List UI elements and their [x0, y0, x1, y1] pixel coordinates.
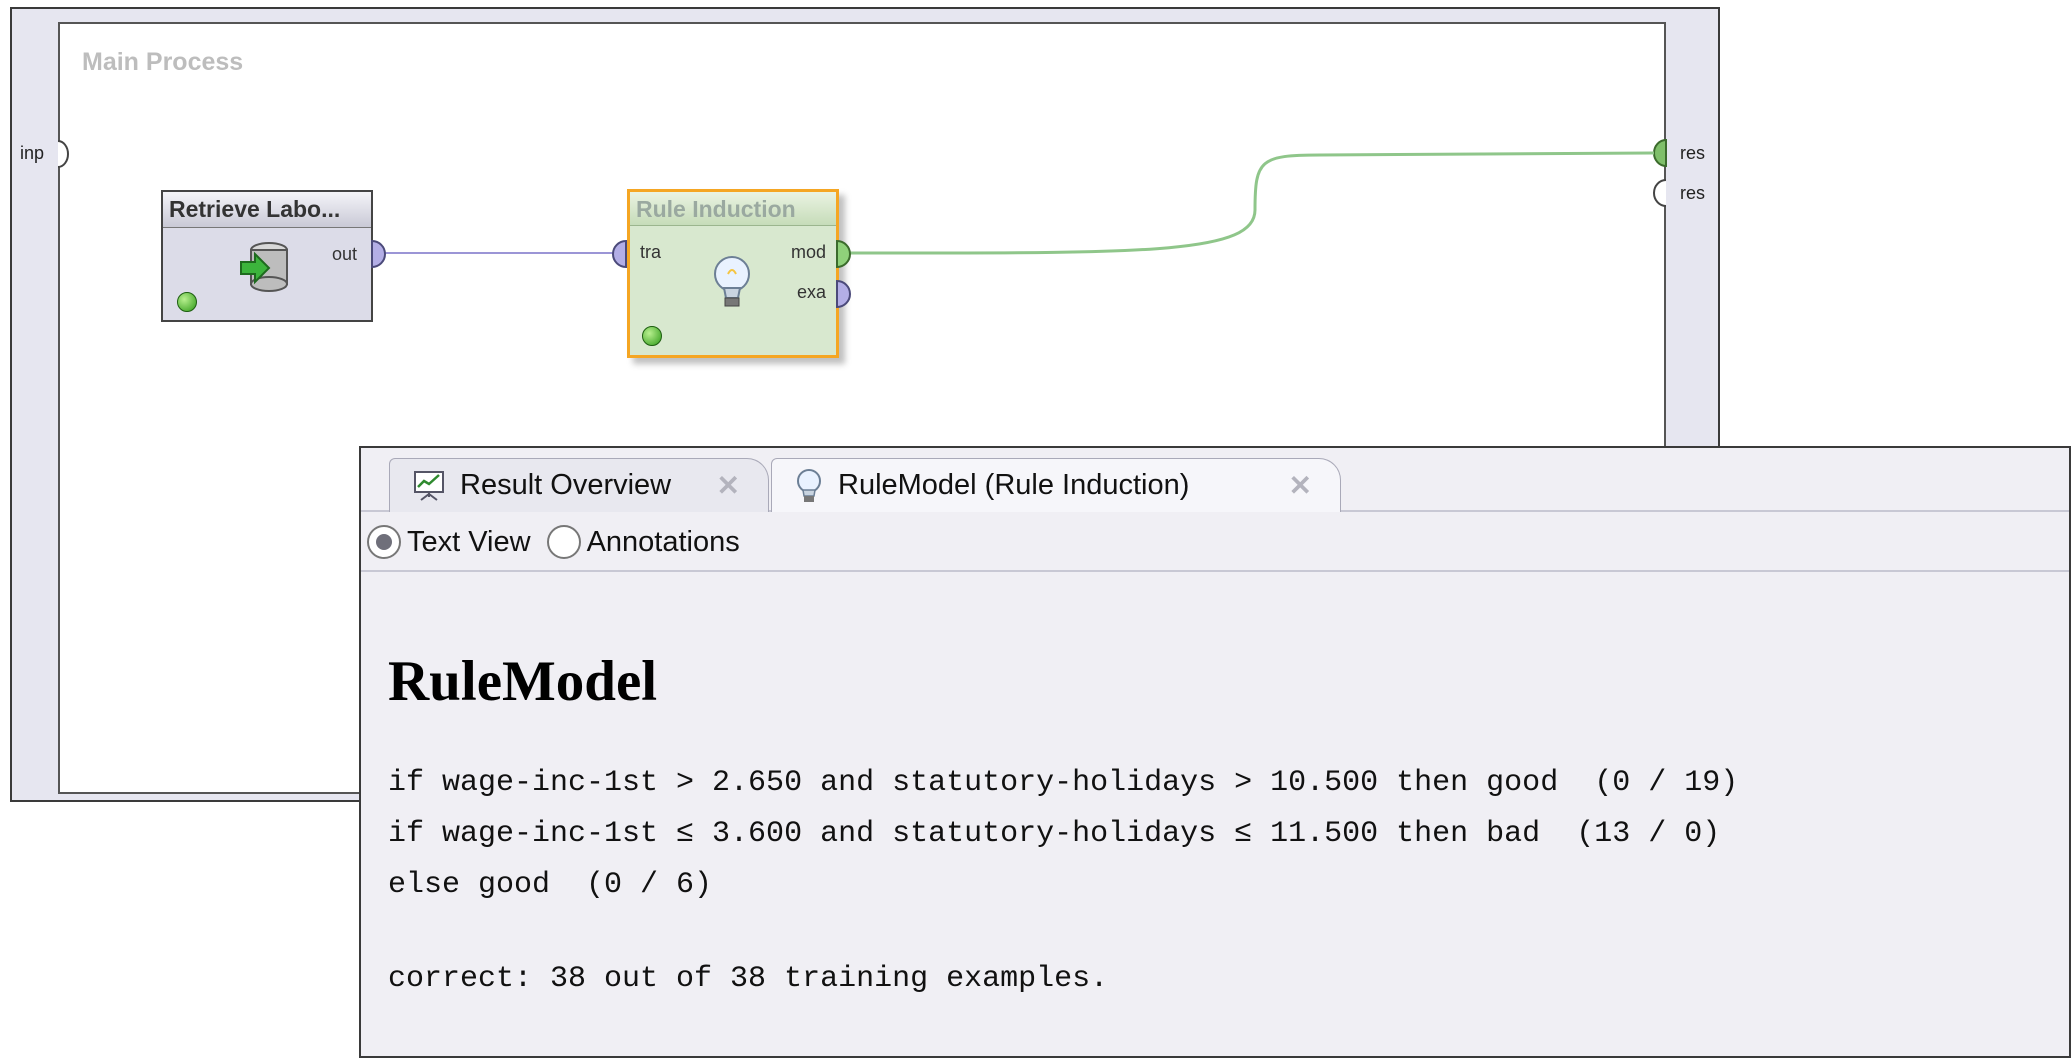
- results-panel: Result Overview ✕ RuleModel (Rule Induct…: [359, 446, 2071, 1058]
- chart-presentation-icon: [412, 469, 446, 503]
- process-input-port: [57, 140, 69, 168]
- process-result-port-label-1: res: [1680, 143, 1706, 163]
- rule-induction-exa-port-label: exa: [796, 282, 826, 302]
- model-wire: [847, 151, 1655, 255]
- tab-rulemodel[interactable]: RuleModel (Rule Induction) ✕: [771, 458, 1341, 512]
- process-input-port-label: inp: [20, 143, 45, 163]
- text-view-label[interactable]: Text View: [407, 526, 531, 559]
- rule-line: if wage-inc-1st ≤ 3.600 and statutory-ho…: [388, 817, 1721, 851]
- tab-result-overview-label: Result Overview: [460, 469, 672, 501]
- annotations-radio[interactable]: [546, 525, 581, 559]
- retrieve-status-indicator: [177, 292, 197, 312]
- retrieve-out-port-label: out: [331, 244, 357, 264]
- rule-line: if wage-inc-1st > 2.650 and statutory-ho…: [388, 766, 1739, 800]
- process-result-port-2: [1653, 179, 1667, 207]
- annotations-label[interactable]: Annotations: [587, 526, 740, 559]
- database-retrieve-icon: [240, 242, 288, 292]
- model-title: RuleModel: [388, 650, 658, 713]
- process-result-port-1: [1653, 138, 1667, 168]
- retrieve-operator-title: Retrieve Labo...: [163, 192, 371, 228]
- rule-line: else good (0 / 6): [388, 868, 713, 902]
- lightbulb-icon: [794, 468, 824, 504]
- tab-rulemodel-label: RuleModel (Rule Induction): [838, 469, 1190, 501]
- rule-induction-operator[interactable]: Rule Induction tra mod exa: [627, 189, 839, 358]
- close-icon[interactable]: ✕: [717, 469, 740, 502]
- close-icon[interactable]: ✕: [1289, 469, 1312, 502]
- rule-list: if wage-inc-1st > 2.650 and statutory-ho…: [388, 758, 1738, 911]
- retrieve-operator[interactable]: Retrieve Labo... out: [161, 190, 373, 322]
- rule-induction-exa-port[interactable]: [836, 280, 852, 308]
- process-result-port-label-2: res: [1680, 183, 1706, 203]
- rule-induction-tra-port-label: tra: [640, 242, 662, 262]
- lightbulb-icon: [714, 256, 750, 307]
- view-mode-bar: Text View Annotations: [361, 514, 2069, 572]
- training-summary: correct: 38 out of 38 training examples.: [388, 962, 1109, 996]
- rule-induction-operator-title: Rule Induction: [630, 192, 836, 226]
- rule-induction-tra-port[interactable]: [611, 240, 627, 268]
- retrieve-out-port[interactable]: [371, 240, 387, 268]
- rule-induction-mod-port-label: mod: [790, 242, 826, 262]
- results-tab-strip: Result Overview ✕ RuleModel (Rule Induct…: [361, 448, 2069, 512]
- tab-result-overview[interactable]: Result Overview ✕: [389, 458, 769, 512]
- rule-induction-mod-port[interactable]: [836, 240, 852, 268]
- rule-induction-status-indicator: [642, 326, 662, 346]
- text-view-radio[interactable]: [367, 525, 401, 559]
